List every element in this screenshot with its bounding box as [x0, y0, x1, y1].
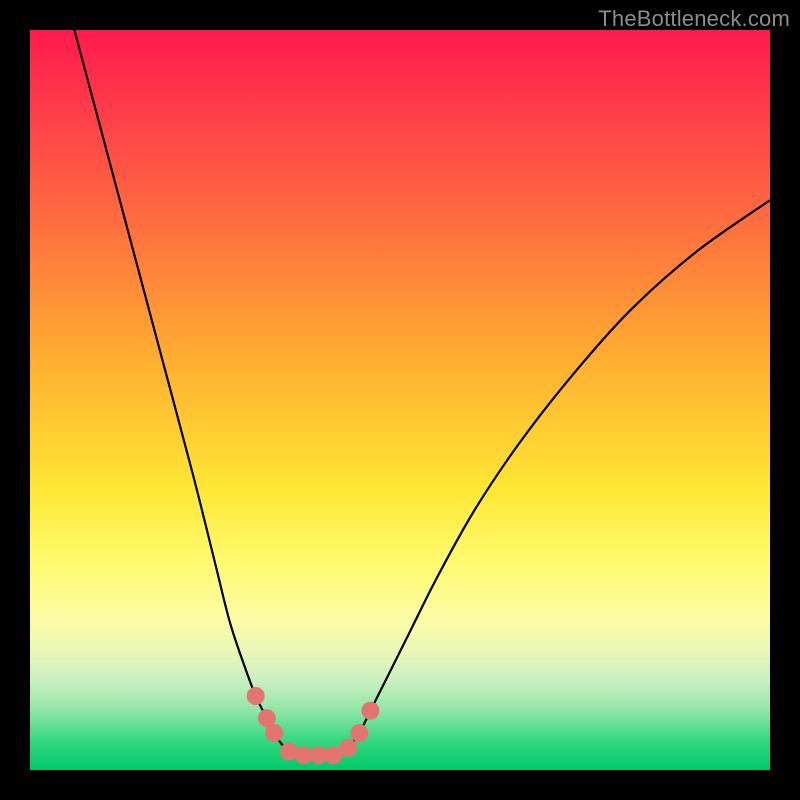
curve-group — [74, 30, 770, 755]
marker-dot — [361, 702, 379, 720]
marker-dot — [247, 687, 265, 705]
chart-area — [30, 30, 770, 770]
curve-left-curve — [74, 30, 296, 755]
watermark-text: TheBottleneck.com — [598, 6, 790, 32]
marker-dot — [339, 739, 357, 757]
chart-svg — [30, 30, 770, 770]
marker-dot — [265, 724, 283, 742]
marker-group — [247, 687, 380, 764]
marker-dot — [350, 724, 368, 742]
curve-right-curve — [341, 200, 770, 755]
